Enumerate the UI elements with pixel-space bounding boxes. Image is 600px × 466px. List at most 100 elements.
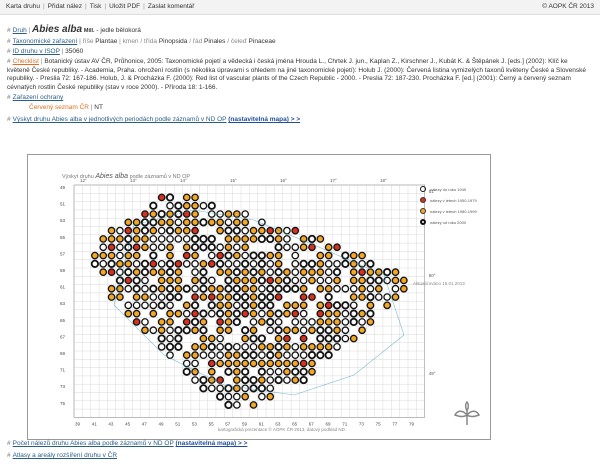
- occurrence-dot: [232, 210, 241, 218]
- row-label: 57: [60, 251, 66, 256]
- occurrence-dot: [266, 376, 275, 384]
- col-label: 55: [209, 421, 215, 426]
- occurrence-dot: [166, 326, 174, 335]
- occurrence-dot: [282, 284, 292, 293]
- occurrence-dot: [232, 343, 241, 351]
- taxonomy-link[interactable]: Taxonomické zařazení: [13, 38, 78, 45]
- occurrence-dot: [249, 343, 258, 351]
- occurrence-dot: [299, 309, 308, 318]
- nav-ulozit-pdf[interactable]: Uložit PDF: [109, 3, 140, 10]
- occurrence-dot: [182, 260, 191, 268]
- occurrence-dot: [291, 301, 300, 310]
- occurrence-dot: [258, 392, 266, 401]
- checklist-link[interactable]: Checklist: [13, 58, 39, 65]
- occurrence-dot: [358, 251, 366, 260]
- occurrence-dot: [291, 268, 300, 277]
- occurrence-dot: [349, 260, 358, 268]
- occurrence-dot: [333, 276, 341, 285]
- col-label: 75: [376, 421, 382, 426]
- nav-zaslat-komentar[interactable]: Zaslat komentář: [148, 3, 195, 10]
- nav-karta-druhu[interactable]: Karta druhu: [6, 3, 40, 10]
- occurrence-dot: [232, 317, 241, 327]
- occurrence-dot: [258, 376, 266, 384]
- occurrence-dot: [241, 359, 250, 368]
- occurrence-dot: [224, 301, 233, 310]
- protection-link[interactable]: Zařazení ochrany: [13, 94, 64, 101]
- occurrence-dot: [224, 251, 233, 260]
- druh-link[interactable]: Druh: [13, 27, 27, 34]
- count-link[interactable]: Počet nálezů druhu Abies alba podle zázn…: [13, 440, 174, 447]
- lon-label: 13°: [130, 178, 137, 183]
- occurrence-dot: [182, 193, 191, 202]
- occurrence-dot: [232, 235, 241, 243]
- occurrence-dot: [358, 326, 366, 335]
- occurrence-dot: [232, 260, 241, 268]
- occurrence-dot: [299, 235, 308, 243]
- lat-label: 49°: [429, 371, 436, 376]
- configurable-map-link[interactable]: (nastavitelná mapa) > >: [228, 116, 300, 123]
- occurrence-dot: [199, 334, 208, 343]
- copyright: © AOPK ČR 2013: [542, 3, 594, 10]
- occurrence-dot: [207, 384, 216, 393]
- red-list-label: Červený seznam ČR: [29, 104, 89, 111]
- occurrence-dot: [174, 260, 183, 268]
- occurrence-dot: [216, 284, 224, 293]
- occurrence-dot: [341, 334, 350, 343]
- rank-value: Pinopsida: [158, 38, 188, 45]
- occurrence-dot: [383, 301, 391, 310]
- isop-link[interactable]: ID druhu v ISOP: [13, 48, 60, 55]
- occurrence-dot: [266, 317, 275, 327]
- col-label: 63: [275, 421, 281, 426]
- occurrence-dot: [249, 293, 258, 301]
- occurrence-dot: [166, 334, 174, 343]
- occurrence-dot: [174, 268, 183, 277]
- species-author: Mill.: [83, 28, 95, 34]
- occurrence-dot: [257, 276, 266, 285]
- col-label: 73: [359, 421, 365, 426]
- occurrence-dot: [299, 293, 308, 301]
- occurrence-dot: [241, 326, 250, 335]
- occurrence-dot: [291, 351, 300, 359]
- occurrence-dot: [257, 259, 266, 268]
- occurrence-dot: [374, 284, 383, 293]
- occurrence-dot: [316, 309, 325, 318]
- occurrence-dot: [266, 326, 275, 335]
- occurrence-dot: [258, 359, 266, 368]
- occurrence-dot: [341, 301, 350, 310]
- occurrence-dot: [291, 260, 300, 268]
- occurrence-dot: [241, 367, 250, 376]
- occurrence-dot: [241, 210, 250, 218]
- row-label: 51: [60, 202, 66, 207]
- occurrence-link[interactable]: Výskyt druhu Abies alba v jednotlivých p…: [13, 116, 227, 123]
- occurrence-dot: [207, 342, 216, 351]
- occurrence-dot: [132, 268, 141, 277]
- nav-tisk[interactable]: Tisk: [90, 3, 102, 10]
- occurrence-dot: [341, 318, 350, 326]
- occurrence-dot: [391, 276, 400, 285]
- occurrence-dot: [332, 301, 342, 310]
- occurrence-dot: [124, 268, 133, 277]
- occurrence-dot: [333, 326, 341, 335]
- occurrence-dot: [299, 375, 308, 385]
- occurrence-dot: [324, 292, 333, 302]
- occurrence-dot: [224, 268, 233, 277]
- occurrence-dot: [107, 235, 116, 243]
- occurrence-dot: [366, 292, 375, 302]
- occurrence-dot: [241, 268, 250, 277]
- occurrence-dot: [107, 293, 116, 301]
- rank-value: Plantae: [95, 38, 118, 45]
- occurrence-dot: [199, 384, 208, 393]
- occurrence-dot: [207, 218, 216, 227]
- occurrence-dot: [140, 226, 150, 235]
- occurrence-dot: [324, 318, 333, 326]
- atlas-link[interactable]: Atlasy a areály rozšíření druhu v ČR: [13, 452, 117, 459]
- nav-pridat-nalez[interactable]: Přidat nález: [48, 3, 82, 10]
- occurrence-dot: [349, 284, 358, 293]
- occurrence-dot: [241, 375, 250, 385]
- count-map-link[interactable]: (nastavitelná mapa) > >: [175, 440, 247, 447]
- occurrence-dot: [316, 251, 325, 260]
- occurrence-dot: [191, 376, 199, 384]
- occurrence-dot: [274, 334, 283, 343]
- rank-label: řád: [192, 38, 203, 45]
- occurrence-dot: [149, 268, 158, 277]
